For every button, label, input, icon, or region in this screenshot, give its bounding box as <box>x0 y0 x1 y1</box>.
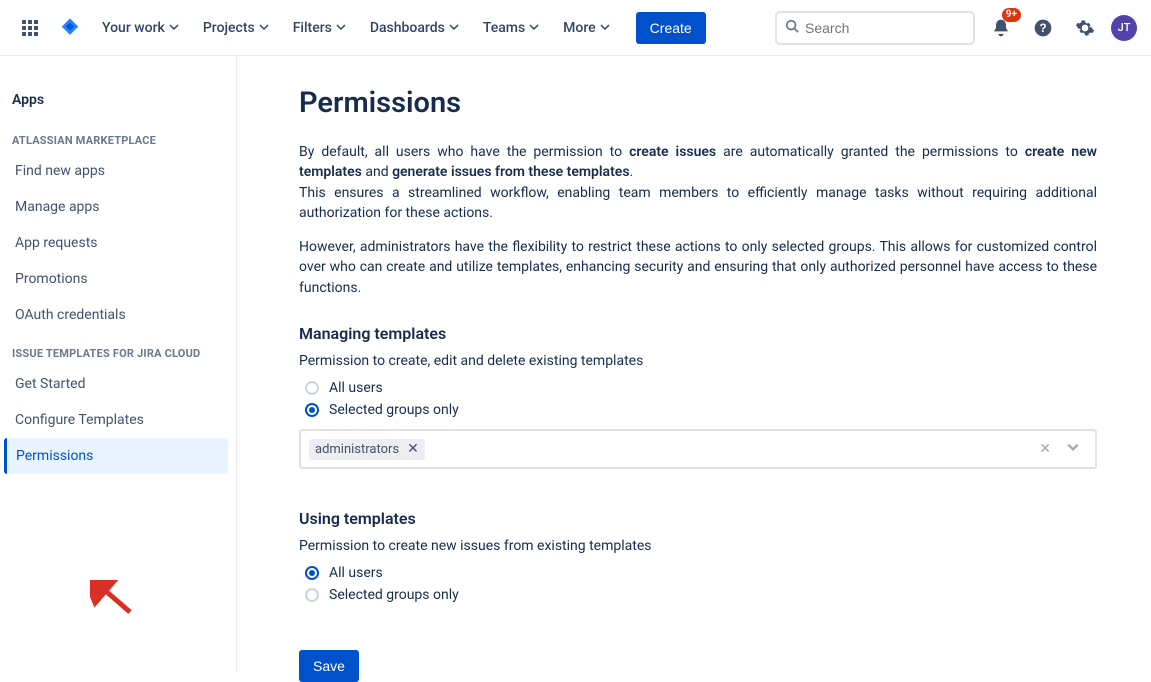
sidebar-item-find-new-apps[interactable]: Find new apps <box>0 153 236 189</box>
sidebar-item-label: Configure Templates <box>15 412 144 428</box>
sidebar-item-label: Find new apps <box>15 163 105 179</box>
nav-your-work[interactable]: Your work <box>94 14 187 42</box>
chevron-down-icon <box>449 20 459 36</box>
managing-heading: Managing templates <box>299 324 1097 343</box>
managing-radio-all-users[interactable]: All users <box>299 377 1097 399</box>
radio-icon <box>305 403 319 417</box>
using-radio-all-users[interactable]: All users <box>299 562 1097 584</box>
clear-all-icon[interactable]: ✕ <box>1031 441 1059 457</box>
svg-text:?: ? <box>1039 22 1046 35</box>
sidebar-item-app-requests[interactable]: App requests <box>0 225 236 261</box>
sidebar-item-label: App requests <box>15 235 98 251</box>
chevron-down-icon <box>259 20 269 36</box>
search-icon <box>785 19 799 37</box>
radio-label: Selected groups only <box>329 587 459 603</box>
radio-label: All users <box>329 565 383 581</box>
intro-text: By default, all users who have the permi… <box>299 142 1097 298</box>
settings-icon[interactable] <box>1069 12 1101 44</box>
nav-label: Projects <box>203 20 255 36</box>
sidebar-item-get-started[interactable]: Get Started <box>0 366 236 402</box>
groups-multiselect[interactable]: administrators ✕ ✕ <box>299 429 1097 469</box>
save-button[interactable]: Save <box>299 650 359 682</box>
sidebar-item-label: Promotions <box>15 271 88 287</box>
using-heading: Using templates <box>299 509 1097 528</box>
chevron-down-icon <box>169 20 179 36</box>
sidebar-title: Apps <box>0 84 236 120</box>
nav-label: Your work <box>102 20 165 36</box>
nav-label: Dashboards <box>370 20 445 36</box>
nav-label: Teams <box>483 20 525 36</box>
selected-tag: administrators ✕ <box>309 439 425 460</box>
chevron-down-icon[interactable] <box>1059 441 1087 457</box>
create-button[interactable]: Create <box>636 12 706 44</box>
sidebar-item-label: Get Started <box>15 376 86 392</box>
managing-radio-selected-groups[interactable]: Selected groups only <box>299 399 1097 421</box>
radio-icon <box>305 381 319 395</box>
sidebar-item-promotions[interactable]: Promotions <box>0 261 236 297</box>
managing-desc: Permission to create, edit and delete ex… <box>299 353 1097 369</box>
radio-label: Selected groups only <box>329 402 459 418</box>
radio-label: All users <box>329 380 383 396</box>
notifications-icon[interactable]: 9+ <box>985 12 1017 44</box>
chevron-down-icon <box>600 20 610 36</box>
using-desc: Permission to create new issues from exi… <box>299 538 1097 554</box>
tag-remove-icon[interactable]: ✕ <box>407 442 419 456</box>
nav-teams[interactable]: Teams <box>475 14 547 42</box>
notifications-badge: 9+ <box>1002 8 1021 22</box>
app-switcher-icon[interactable] <box>14 12 46 44</box>
nav-filters[interactable]: Filters <box>285 14 354 42</box>
sidebar-item-configure-templates[interactable]: Configure Templates <box>0 402 236 438</box>
tag-label: administrators <box>315 442 399 457</box>
avatar[interactable]: JT <box>1111 15 1137 41</box>
sidebar-item-label: OAuth credentials <box>15 307 126 323</box>
sidebar-item-oauth-credentials[interactable]: OAuth credentials <box>0 297 236 333</box>
nav-label: More <box>563 20 596 36</box>
sidebar-item-label: Manage apps <box>15 199 100 215</box>
sidebar-section-marketplace: ATLASSIAN MARKETPLACE <box>0 120 236 153</box>
help-icon[interactable]: ? <box>1027 12 1059 44</box>
search-input[interactable] <box>805 20 965 36</box>
sidebar-item-manage-apps[interactable]: Manage apps <box>0 189 236 225</box>
radio-icon <box>305 566 319 580</box>
chevron-down-icon <box>529 20 539 36</box>
radio-icon <box>305 588 319 602</box>
search-input-wrapper[interactable] <box>775 11 975 45</box>
main-content: Permissions By default, all users who ha… <box>237 56 1127 672</box>
page-title: Permissions <box>299 86 1097 120</box>
nav-projects[interactable]: Projects <box>195 14 277 42</box>
jira-logo-icon[interactable] <box>54 12 86 44</box>
sidebar-section-issue-templates: ISSUE TEMPLATES FOR JIRA CLOUD <box>0 333 236 366</box>
nav-more[interactable]: More <box>555 14 618 42</box>
sidebar-item-permissions[interactable]: Permissions <box>4 438 228 474</box>
top-nav: Your work Projects Filters Dashboards Te… <box>0 0 1151 56</box>
sidebar: Apps ATLASSIAN MARKETPLACE Find new apps… <box>0 56 237 672</box>
sidebar-item-label: Permissions <box>16 448 93 464</box>
nav-dashboards[interactable]: Dashboards <box>362 14 467 42</box>
nav-label: Filters <box>293 20 332 36</box>
chevron-down-icon <box>336 20 346 36</box>
using-radio-selected-groups[interactable]: Selected groups only <box>299 584 1097 606</box>
